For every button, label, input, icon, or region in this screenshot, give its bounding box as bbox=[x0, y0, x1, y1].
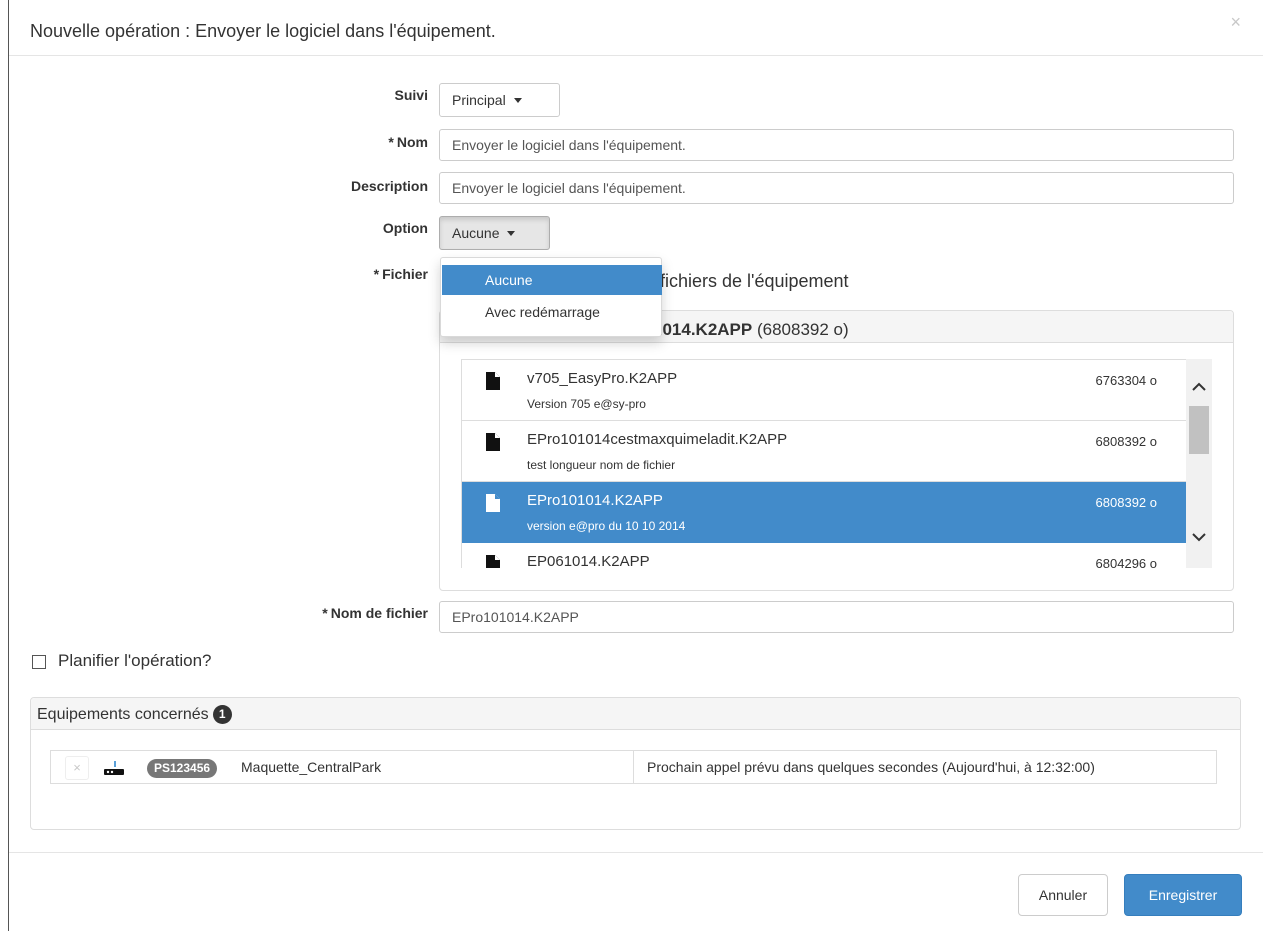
fichier-label: * Fichier bbox=[228, 266, 428, 282]
nom-de-fichier-input[interactable]: EPro101014.K2APP bbox=[439, 601, 1234, 633]
file-description: test longueur nom de fichier bbox=[527, 458, 676, 472]
device-icon bbox=[104, 761, 124, 775]
modal-footer-divider bbox=[9, 852, 1263, 853]
option-label: Option bbox=[382, 220, 428, 236]
close-icon[interactable]: × bbox=[1230, 12, 1241, 33]
required-mark: * bbox=[322, 605, 328, 621]
file-item-selected[interactable]: EPro101014.K2APP version e@pro du 10 10 … bbox=[462, 482, 1187, 543]
chevron-down-icon bbox=[507, 230, 516, 236]
equipements-title-text: Equipements concernés bbox=[37, 706, 209, 723]
equipement-row: × PS123456 Maquette_CentralPark Prochain… bbox=[50, 750, 1217, 784]
selected-file-label: 1014.K2APP (6808392 o) bbox=[653, 320, 849, 340]
file-size: 6804296 o bbox=[1095, 556, 1157, 568]
planifier-label[interactable]: Planifier l'opération? bbox=[58, 651, 212, 671]
file-name: EPro101014.K2APP bbox=[527, 492, 663, 509]
equipements-header: Equipements concernés 1 bbox=[31, 698, 1240, 730]
planifier-checkbox[interactable] bbox=[32, 655, 46, 669]
nom-label-text: Nom bbox=[396, 134, 428, 150]
fichier-label-text: Fichier bbox=[382, 266, 428, 282]
file-icon bbox=[486, 433, 500, 451]
file-item[interactable]: v705_EasyPro.K2APP Version 705 e@sy-pro … bbox=[462, 360, 1187, 421]
file-name: EP061014.K2APP bbox=[527, 553, 650, 568]
file-size: 6808392 o bbox=[1095, 434, 1157, 449]
menu-item-avec-redemarrage[interactable]: Avec redémarrage bbox=[442, 297, 662, 327]
equipement-status: Prochain appel prévu dans quelques secon… bbox=[647, 759, 1095, 775]
suivi-dropdown[interactable]: Principal bbox=[439, 83, 560, 117]
selected-file-name: 1014.K2APP bbox=[653, 320, 753, 339]
suivi-label: Suivi bbox=[394, 87, 428, 103]
selected-file-size: (6808392 o) bbox=[756, 320, 849, 339]
nom-label: * Nom bbox=[228, 134, 428, 150]
chevron-down-icon[interactable] bbox=[1186, 524, 1212, 550]
window-left-border bbox=[8, 0, 9, 931]
required-mark: * bbox=[373, 266, 380, 282]
file-name: v705_EasyPro.K2APP bbox=[527, 370, 678, 387]
file-item[interactable]: EP061014.K2APP 6804296 o bbox=[462, 543, 1187, 568]
modal-header: Nouvelle opération : Envoyer le logiciel… bbox=[9, 0, 1263, 56]
file-item[interactable]: EPro101014cestmaxquimeladit.K2APP test l… bbox=[462, 421, 1187, 482]
file-size: 6763304 o bbox=[1095, 373, 1157, 388]
nom-de-fichier-label-text: Nom de fichier bbox=[330, 605, 428, 621]
chevron-up-icon[interactable] bbox=[1186, 373, 1212, 399]
scrollbar-thumb[interactable] bbox=[1189, 406, 1209, 454]
file-icon bbox=[486, 555, 500, 568]
serial-badge: PS123456 bbox=[147, 759, 218, 778]
file-description: version e@pro du 10 10 2014 bbox=[527, 519, 686, 533]
cancel-button[interactable]: Annuler bbox=[1018, 874, 1108, 916]
save-button[interactable]: Enregistrer bbox=[1124, 874, 1242, 916]
suivi-value: Principal bbox=[452, 92, 506, 108]
menu-item-aucune[interactable]: Aucune bbox=[442, 265, 662, 295]
chevron-down-icon bbox=[513, 97, 522, 103]
file-icon bbox=[486, 372, 500, 390]
file-description: Version 705 e@sy-pro bbox=[527, 397, 646, 411]
equipement-name: Maquette_CentralPark bbox=[241, 759, 382, 775]
equipements-title: Equipements concernés 1 bbox=[37, 705, 232, 724]
option-dropdown-menu: Aucune Avec redémarrage bbox=[440, 257, 662, 337]
file-size: 6808392 o bbox=[1095, 495, 1157, 510]
option-dropdown[interactable]: Aucune bbox=[439, 216, 550, 250]
required-mark: * bbox=[388, 134, 394, 150]
file-name: EPro101014cestmaxquimeladit.K2APP bbox=[527, 431, 788, 448]
file-list[interactable]: v705_EasyPro.K2APP Version 705 e@sy-pro … bbox=[461, 359, 1212, 568]
remove-icon[interactable]: × bbox=[65, 756, 89, 780]
file-icon bbox=[486, 494, 500, 512]
description-input[interactable]: Envoyer le logiciel dans l'équipement. bbox=[439, 172, 1234, 204]
equipements-count-badge: 1 bbox=[212, 705, 232, 724]
description-label: Description bbox=[350, 178, 428, 194]
files-heading: fichiers de l'équipement bbox=[660, 271, 849, 291]
option-value: Aucune bbox=[452, 225, 500, 241]
nom-de-fichier-label: * Nom de fichier bbox=[228, 605, 428, 621]
modal-title: Nouvelle opération : Envoyer le logiciel… bbox=[30, 21, 496, 41]
file-list-scrollbar[interactable] bbox=[1186, 359, 1212, 568]
nom-input[interactable]: Envoyer le logiciel dans l'équipement. bbox=[439, 129, 1234, 161]
column-divider bbox=[633, 751, 634, 783]
